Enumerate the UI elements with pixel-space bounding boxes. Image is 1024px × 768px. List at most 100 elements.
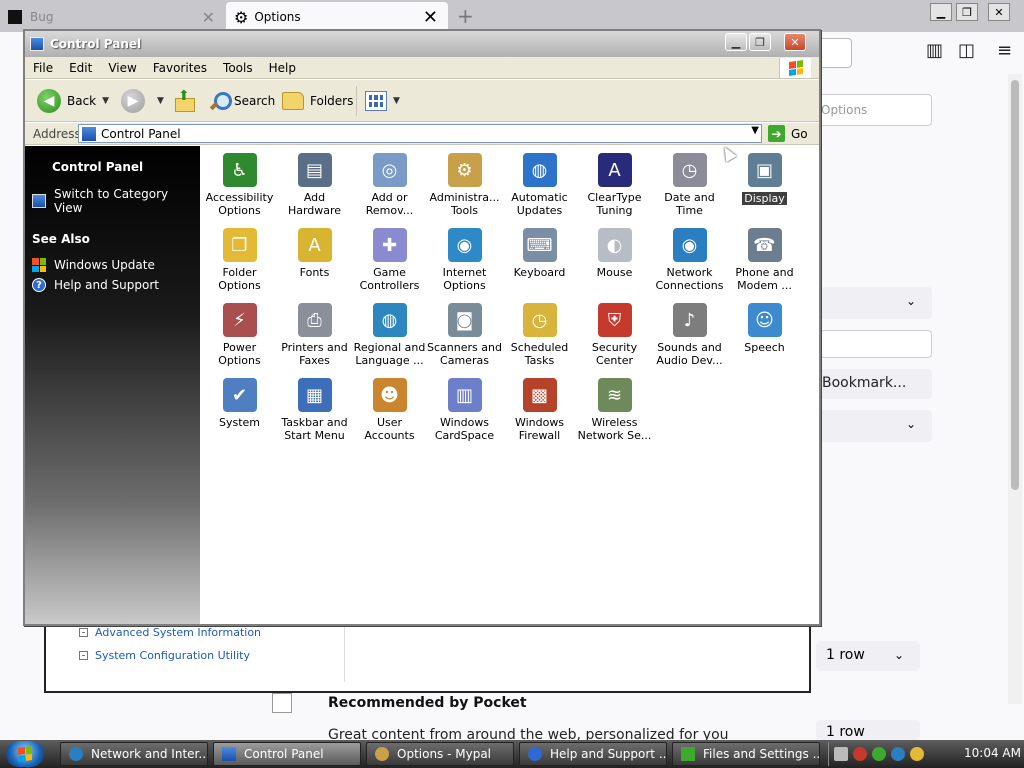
help-link-advanced-system-info[interactable]: Advanced System Information bbox=[79, 626, 261, 639]
dropdown-arrow-icon[interactable]: ▼ bbox=[157, 96, 164, 106]
applet-user-accounts[interactable]: ☻ User Accounts bbox=[352, 374, 427, 446]
applet-scheduled-tasks[interactable]: ◷ Scheduled Tasks bbox=[502, 299, 577, 371]
close-tab-icon[interactable]: ✕ bbox=[423, 7, 438, 28]
cardspace-icon: ▥ bbox=[447, 378, 482, 412]
applet-keyboard[interactable]: ⌨ Keyboard bbox=[502, 224, 577, 296]
maximize-button[interactable]: ❐ bbox=[749, 33, 771, 51]
applet-scanners-cameras[interactable]: ◙ Scanners and Cameras bbox=[427, 299, 502, 371]
menu-tools[interactable]: Tools bbox=[215, 61, 261, 75]
minimize-button[interactable]: ▁ bbox=[725, 33, 747, 51]
dropdown-arrow-icon[interactable]: ▼ bbox=[102, 96, 109, 106]
help-support-window: Advanced System Information System Confi… bbox=[44, 620, 811, 693]
applet-label: Windows CardSpace bbox=[434, 416, 495, 442]
search-button[interactable]: Search bbox=[208, 88, 275, 114]
applet-fonts[interactable]: A Fonts bbox=[277, 224, 352, 296]
applet-internet-options[interactable]: ◉ Internet Options bbox=[427, 224, 502, 296]
taskbar-files-settings[interactable]: Files and Settings ... bbox=[672, 742, 820, 766]
sounds-audio-icon: ♪ bbox=[672, 303, 707, 337]
applet-regional-language[interactable]: ◍ Regional and Language ... bbox=[352, 299, 427, 371]
applet-display[interactable]: ▣ Display bbox=[727, 149, 802, 221]
applet-taskbar-start-menu[interactable]: ▦ Taskbar and Start Menu bbox=[277, 374, 352, 446]
applet-power-options[interactable]: ⚡ Power Options bbox=[202, 299, 277, 371]
back-button[interactable]: ◀ Back ▼ bbox=[37, 88, 109, 114]
menu-view[interactable]: View bbox=[100, 61, 144, 75]
applet-windows-firewall[interactable]: ▩ Windows Firewall bbox=[502, 374, 577, 446]
library-icon[interactable]: ▥ bbox=[926, 40, 943, 61]
folders-button[interactable]: Folders bbox=[282, 88, 353, 114]
menu-favorites[interactable]: Favorites bbox=[145, 61, 215, 75]
restore-icon[interactable]: ❐ bbox=[956, 3, 978, 21]
bookmark-button[interactable]: Bookmark... bbox=[820, 369, 932, 399]
back-arrow-icon: ◀ bbox=[37, 89, 61, 113]
menu-help[interactable]: Help bbox=[261, 61, 304, 75]
applet-system[interactable]: ✔ System bbox=[202, 374, 277, 446]
applet-folder-options[interactable]: ❐ Folder Options bbox=[202, 224, 277, 296]
control-panel-icon bbox=[30, 37, 44, 51]
menu-icon[interactable]: ≡ bbox=[997, 40, 1012, 61]
clock: 10:04 AM bbox=[964, 746, 1021, 760]
applet-add-hardware[interactable]: ▤ Add Hardware bbox=[277, 149, 352, 221]
help-link-system-config[interactable]: System Configuration Utility bbox=[79, 649, 250, 662]
keyboard-tray-icon[interactable] bbox=[834, 747, 848, 761]
taskbar-help-support[interactable]: Help and Support ... bbox=[519, 742, 667, 766]
start-button[interactable] bbox=[6, 741, 44, 767]
forward-arrow-icon: ▶ bbox=[121, 89, 145, 113]
applet-phone-modem[interactable]: ☎ Phone and Modem ... bbox=[727, 224, 802, 296]
go-button[interactable]: ➔ Go bbox=[768, 125, 808, 142]
applet-cleartype[interactable]: A ClearType Tuning bbox=[577, 149, 652, 221]
sidebar-icon[interactable]: ◫ bbox=[958, 40, 975, 61]
go-label: Go bbox=[791, 126, 808, 141]
title-bar[interactable]: Control Panel ▁ ❐ ✕ bbox=[25, 31, 819, 57]
close-icon[interactable]: ✕ bbox=[988, 3, 1010, 21]
rows-select[interactable]: 1 row ⌄ bbox=[816, 641, 920, 671]
scrollbar-thumb[interactable] bbox=[1011, 80, 1019, 490]
browser-tab-bug[interactable]: Bug ✕ bbox=[0, 2, 225, 32]
search-tray-icon[interactable] bbox=[910, 747, 924, 761]
update-tray-icon[interactable] bbox=[891, 747, 905, 761]
chevron-down-icon[interactable]: ▼ bbox=[751, 125, 759, 136]
text-field[interactable] bbox=[820, 330, 932, 358]
taskbar-network-connections[interactable]: Network and Inter... bbox=[60, 742, 208, 766]
dropdown[interactable]: ⌄ bbox=[820, 410, 932, 442]
rows-select-value: 1 row bbox=[826, 724, 865, 740]
up-button[interactable] bbox=[173, 88, 195, 114]
close-button[interactable]: ✕ bbox=[784, 33, 806, 51]
pocket-checkbox[interactable] bbox=[272, 693, 292, 713]
taskbar-control-panel[interactable]: Control Panel bbox=[213, 742, 361, 766]
browser-tab-options[interactable]: ⚙ Options ✕ bbox=[226, 2, 448, 32]
security-tray-icon[interactable] bbox=[853, 747, 867, 761]
windows-update-link[interactable]: Windows Update bbox=[32, 258, 155, 272]
see-also-heading: See Also bbox=[32, 232, 90, 246]
applet-cardspace[interactable]: ▥ Windows CardSpace bbox=[427, 374, 502, 446]
address-input[interactable]: Control Panel ▼ bbox=[78, 124, 762, 143]
menu-file[interactable]: File bbox=[25, 61, 61, 75]
forward-button[interactable]: ▶ ▼ bbox=[121, 88, 164, 114]
applet-speech[interactable]: ☺ Speech bbox=[727, 299, 802, 371]
applet-sounds-audio[interactable]: ♪ Sounds and Audio Dev... bbox=[652, 299, 727, 371]
wireless-network-icon: ≋ bbox=[597, 378, 632, 412]
minimize-icon[interactable]: ▁ bbox=[930, 3, 952, 21]
applet-date-time[interactable]: ◷ Date and Time bbox=[652, 149, 727, 221]
applet-network-connections[interactable]: ◉ Network Connections bbox=[652, 224, 727, 296]
dropdown[interactable]: ⌄ bbox=[820, 287, 932, 319]
network-tray-icon[interactable] bbox=[872, 747, 886, 761]
applet-security-center[interactable]: ⛨ Security Center bbox=[577, 299, 652, 371]
new-tab-icon[interactable]: + bbox=[457, 4, 474, 28]
taskbar-options-mypal[interactable]: Options - Mypal bbox=[366, 742, 514, 766]
applet-label: Internet Options bbox=[442, 266, 487, 292]
applet-admin-tools[interactable]: ⚙ Administra... Tools bbox=[427, 149, 502, 221]
switch-category-view-link[interactable]: Switch to Category View bbox=[32, 187, 200, 215]
views-button[interactable]: ▼ bbox=[365, 88, 400, 114]
applet-mouse[interactable]: ◐ Mouse bbox=[577, 224, 652, 296]
applet-printers-faxes[interactable]: ⎙ Printers and Faxes bbox=[277, 299, 352, 371]
help-support-link[interactable]: ? Help and Support bbox=[32, 278, 159, 292]
applet-add-remove-programs[interactable]: ◎ Add or Remov... bbox=[352, 149, 427, 221]
applet-accessibility[interactable]: ♿ Accessibility Options bbox=[202, 149, 277, 221]
menu-edit[interactable]: Edit bbox=[61, 61, 100, 75]
rows-select[interactable]: 1 row bbox=[816, 720, 920, 740]
close-tab-icon[interactable]: ✕ bbox=[202, 8, 215, 27]
applet-game-controllers[interactable]: ✚ Game Controllers bbox=[352, 224, 427, 296]
applet-wireless-network[interactable]: ≋ Wireless Network Se... bbox=[577, 374, 652, 446]
find-in-options-input[interactable]: Options bbox=[808, 94, 932, 126]
applet-automatic-updates[interactable]: ◍ Automatic Updates bbox=[502, 149, 577, 221]
